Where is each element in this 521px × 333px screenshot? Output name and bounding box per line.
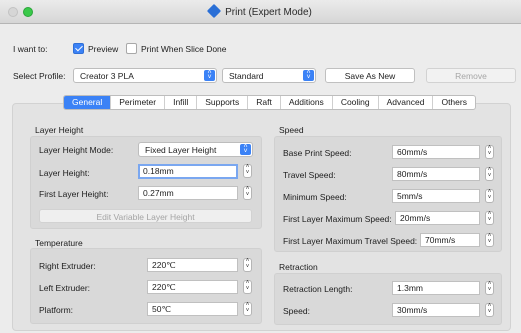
quality-select-value: Standard <box>229 71 264 81</box>
tab-additions[interactable]: Additions <box>281 96 333 109</box>
tab-supports[interactable]: Supports <box>197 96 249 109</box>
retraction-speed-label: Speed: <box>283 306 310 316</box>
title-bar: Print (Expert Mode) <box>0 0 521 24</box>
travel-speed-input[interactable]: 80mm/s <box>392 167 480 181</box>
first-layer-max-speed-label: First Layer Maximum Speed: <box>283 214 392 224</box>
right-extruder-label: Right Extruder: <box>39 261 96 271</box>
layer-height-stepper[interactable]: ˄ ˅ <box>243 164 252 178</box>
layer-height-title: Layer Height <box>35 125 84 135</box>
retraction-speed-stepper[interactable]: ˄ ˅ <box>485 303 494 317</box>
travel-speed-label: Travel Speed: <box>283 170 336 180</box>
right-extruder-input[interactable]: 220℃ <box>147 258 238 272</box>
first-layer-max-travel-speed-stepper[interactable]: ˄ ˅ <box>485 233 494 247</box>
app-icon <box>207 3 222 19</box>
layer-height-mode-value: Fixed Layer Height <box>145 145 217 155</box>
edit-variable-layer-height-button[interactable]: Edit Variable Layer Height <box>39 209 252 223</box>
layer-height-input[interactable]: 0.18mm <box>138 164 238 179</box>
minimum-speed-stepper[interactable]: ˄ ˅ <box>485 189 494 203</box>
platform-stepper[interactable]: ˄ ˅ <box>243 302 252 316</box>
quality-select[interactable]: Standard ˄ ˅ <box>222 68 316 83</box>
first-layer-max-speed-input[interactable]: 20mm/s <box>395 211 480 225</box>
travel-speed-stepper[interactable]: ˄ ˅ <box>485 167 494 181</box>
minimum-speed-label: Minimum Speed: <box>283 192 347 202</box>
retraction-length-input[interactable]: 1.3mm <box>392 281 480 295</box>
updown-arrows-icon: ˄ ˅ <box>303 69 314 81</box>
updown-arrows-icon: ˄ ˅ <box>240 143 251 155</box>
layer-height-mode-label: Layer Height Mode: <box>39 145 114 155</box>
retraction-length-label: Retraction Length: <box>283 284 353 294</box>
tab-advanced[interactable]: Advanced <box>379 96 434 109</box>
tab-general[interactable]: General <box>64 96 112 109</box>
preview-label: Preview <box>88 44 119 54</box>
first-layer-height-label: First Layer Height: <box>39 189 109 199</box>
retraction-length-stepper[interactable]: ˄ ˅ <box>485 281 494 295</box>
first-layer-max-travel-speed-label: First Layer Maximum Travel Speed: <box>283 236 418 246</box>
save-as-new-button[interactable]: Save As New <box>325 68 415 83</box>
remove-button[interactable]: Remove <box>426 68 516 83</box>
print-when-done-label: Print When Slice Done <box>141 44 227 54</box>
minimum-speed-input[interactable]: 5mm/s <box>392 189 480 203</box>
tab-infill[interactable]: Infill <box>165 96 198 109</box>
preview-checkbox[interactable] <box>73 43 84 54</box>
profile-select[interactable]: Creator 3 PLA ˄ ˅ <box>73 68 217 83</box>
want-label: I want to: <box>13 44 48 54</box>
left-extruder-stepper[interactable]: ˄ ˅ <box>243 280 252 294</box>
first-layer-max-travel-speed-input[interactable]: 70mm/s <box>420 233 480 247</box>
tab-raft[interactable]: Raft <box>248 96 281 109</box>
layer-height-label: Layer Height: <box>39 168 90 178</box>
first-layer-height-input[interactable]: 0.27mm <box>138 186 238 200</box>
platform-label: Platform: <box>39 305 74 315</box>
layer-height-mode-select[interactable]: Fixed Layer Height ˄ ˅ <box>138 142 253 157</box>
profile-label: Select Profile: <box>13 71 66 81</box>
platform-input[interactable]: 50℃ <box>147 302 238 316</box>
base-print-speed-stepper[interactable]: ˄ ˅ <box>485 145 494 159</box>
tab-others[interactable]: Others <box>433 96 475 109</box>
tab-bar: General Perimeter Infill Supports Raft A… <box>63 95 476 110</box>
first-layer-max-speed-stepper[interactable]: ˄ ˅ <box>485 211 494 225</box>
tab-cooling[interactable]: Cooling <box>333 96 379 109</box>
updown-arrows-icon: ˄ ˅ <box>204 69 215 81</box>
right-extruder-stepper[interactable]: ˄ ˅ <box>243 258 252 272</box>
profile-select-value: Creator 3 PLA <box>80 71 134 81</box>
first-layer-height-stepper[interactable]: ˄ ˅ <box>243 186 252 200</box>
speed-title: Speed <box>279 125 304 135</box>
window-title: Print (Expert Mode) <box>0 3 521 19</box>
window-title-text: Print (Expert Mode) <box>225 7 312 18</box>
left-extruder-input[interactable]: 220℃ <box>147 280 238 294</box>
base-print-speed-input[interactable]: 60mm/s <box>392 145 480 159</box>
retraction-title: Retraction <box>279 262 318 272</box>
temperature-title: Temperature <box>35 238 83 248</box>
base-print-speed-label: Base Print Speed: <box>283 148 352 158</box>
print-when-done-checkbox[interactable] <box>126 43 137 54</box>
tab-perimeter[interactable]: Perimeter <box>111 96 166 109</box>
left-extruder-label: Left Extruder: <box>39 283 91 293</box>
retraction-speed-input[interactable]: 30mm/s <box>392 303 480 317</box>
